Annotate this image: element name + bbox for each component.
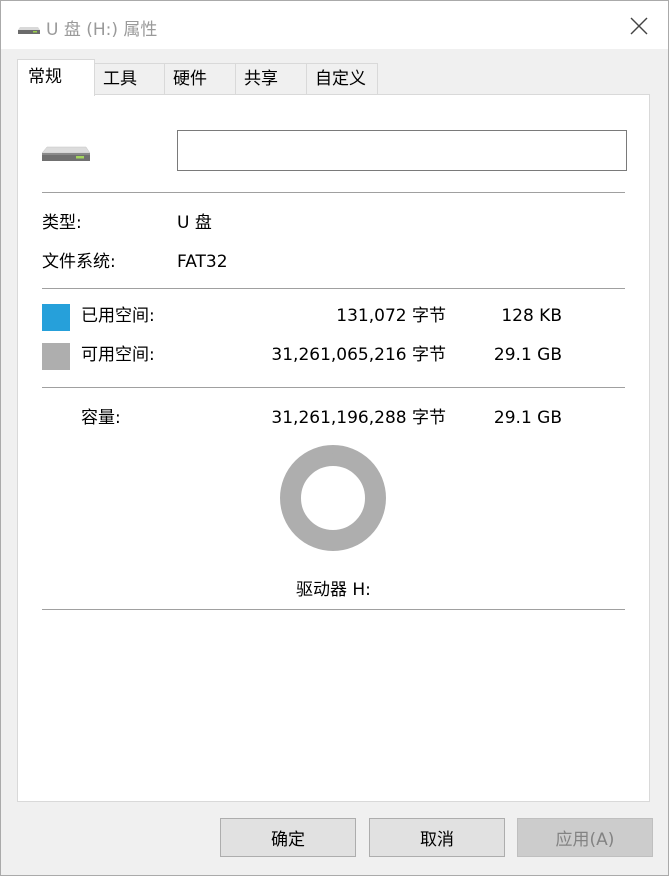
divider: [42, 288, 625, 289]
capacity-size: 29.1 GB: [493, 408, 562, 428]
used-space-swatch: [42, 304, 70, 331]
used-space-bytes: 131,072 字节: [336, 306, 446, 326]
filesystem-label: 文件系统:: [42, 252, 116, 272]
apply-button[interactable]: 应用(A): [517, 818, 653, 857]
title-bar: U 盘 (H:) 属性: [1, 1, 668, 49]
free-space-label: 可用空间:: [81, 345, 155, 365]
capacity-label: 容量:: [81, 408, 121, 428]
free-space-bytes: 31,261,065,216 字节: [271, 345, 446, 365]
cancel-button[interactable]: 取消: [369, 818, 505, 857]
window-title: U 盘 (H:) 属性: [46, 20, 158, 40]
tab-tools[interactable]: 工具: [94, 63, 165, 94]
used-space-size: 128 KB: [501, 306, 562, 326]
tab-general[interactable]: 常规: [17, 59, 95, 96]
divider: [42, 192, 625, 193]
free-space-swatch: [42, 343, 70, 370]
drive-letter-label: 驱动器 H:: [296, 580, 371, 600]
tab-hardware[interactable]: 硬件: [164, 63, 236, 94]
divider: [42, 387, 625, 388]
tab-customize[interactable]: 自定义: [306, 63, 378, 94]
usb-drive-icon: [18, 27, 40, 34]
ok-button[interactable]: 确定: [220, 818, 356, 857]
free-space-arc: [280, 445, 386, 551]
properties-dialog: U 盘 (H:) 属性 常规 工具 硬件 共享 自定义 类型: U 盘 文件系统…: [0, 0, 669, 876]
filesystem-value: FAT32: [177, 252, 228, 272]
capacity-bytes: 31,261,196,288 字节: [271, 408, 446, 428]
used-space-label: 已用空间:: [81, 306, 155, 326]
usb-drive-icon: [42, 146, 90, 161]
type-label: 类型:: [42, 213, 82, 233]
type-value: U 盘: [177, 213, 212, 233]
tab-sharing[interactable]: 共享: [235, 63, 307, 94]
close-button[interactable]: [619, 6, 659, 46]
divider: [42, 609, 625, 610]
close-icon: [630, 17, 648, 35]
usage-donut-chart: [280, 445, 386, 551]
drive-name-input[interactable]: [177, 130, 627, 171]
free-space-size: 29.1 GB: [493, 345, 562, 365]
